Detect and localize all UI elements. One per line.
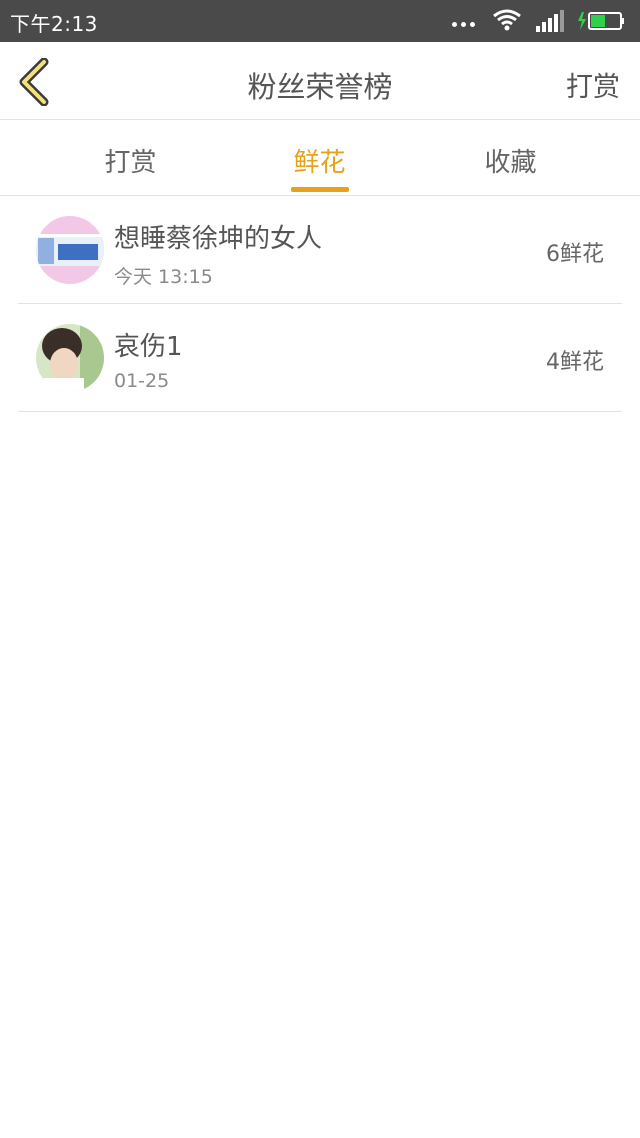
tab-favorites[interactable]: 收藏 — [404, 120, 617, 196]
fan-time: 今天 13:15 — [114, 266, 213, 288]
status-bar: 下午2:13 — [0, 0, 640, 42]
charging-icon — [578, 12, 586, 30]
tab-label: 鲜花 — [293, 148, 346, 178]
fan-name: 哀伤1 — [114, 332, 183, 362]
fan-list: 想睡蔡徐坤的女人 今天 13:15 6鲜花 哀伤1 01-25 4鲜花 — [18, 196, 622, 412]
status-time: 下午2:13 — [10, 12, 98, 36]
tab-bar: 打赏 鲜花 收藏 — [0, 120, 640, 196]
status-icons — [452, 8, 632, 34]
avatar — [36, 216, 104, 284]
tab-label: 打赏 — [104, 148, 157, 178]
tab-reward[interactable]: 打赏 — [24, 120, 237, 196]
flower-count: 4鲜花 — [546, 350, 604, 375]
battery-icon — [578, 12, 624, 30]
list-item[interactable]: 哀伤1 01-25 4鲜花 — [18, 304, 622, 412]
page-title: 粉丝荣誉榜 — [247, 70, 393, 104]
wifi-icon — [493, 9, 521, 31]
list-item[interactable]: 想睡蔡徐坤的女人 今天 13:15 6鲜花 — [18, 196, 622, 304]
nav-bar: 粉丝荣誉榜 打赏 — [0, 42, 640, 120]
fan-name: 想睡蔡徐坤的女人 — [114, 224, 323, 254]
active-tab-indicator — [290, 187, 349, 192]
avatar — [36, 324, 104, 392]
more-dots-icon — [452, 22, 476, 28]
flower-count: 6鲜花 — [546, 242, 604, 267]
tab-flowers[interactable]: 鲜花 — [213, 120, 426, 196]
reward-action-button[interactable]: 打赏 — [566, 65, 620, 104]
tab-label: 收藏 — [484, 148, 537, 178]
fan-time: 01-25 — [114, 370, 170, 392]
signal-icon — [536, 10, 564, 32]
